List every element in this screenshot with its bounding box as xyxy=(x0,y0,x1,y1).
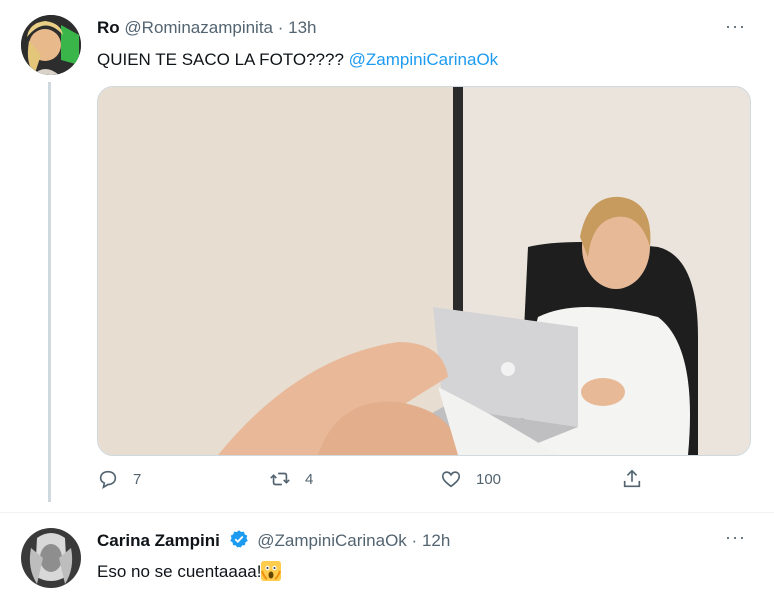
heart-icon xyxy=(441,471,461,488)
tweet-text: Eso no se cuentaaaa! xyxy=(97,561,282,582)
avatar-ro[interactable] xyxy=(21,15,81,75)
retweet-count: 4 xyxy=(305,470,314,488)
reply-button[interactable]: 7 xyxy=(97,468,141,490)
reply-count: 7 xyxy=(133,470,142,488)
handle[interactable]: @Rominazampinita xyxy=(124,18,273,37)
like-count: 100 xyxy=(476,470,502,488)
screaming-face-emoji-icon xyxy=(261,561,282,581)
mention-link[interactable]: @ZampiniCarinaOk xyxy=(349,50,499,69)
verified-badge-icon xyxy=(229,530,248,548)
reply-icon xyxy=(99,470,117,489)
more-options-button[interactable]: ··· xyxy=(725,16,746,37)
share-icon xyxy=(623,469,641,488)
thread-line xyxy=(48,82,51,502)
tweet-body: QUIEN TE SACO LA FOTO???? xyxy=(97,50,344,69)
display-name[interactable]: Ro xyxy=(97,18,120,37)
tweet-carina[interactable]: Carina Zampini @ZampiniCarinaOk · 12h ··… xyxy=(0,513,774,593)
tweet-ro[interactable]: Ro @Rominazampinita · 13h ··· QUIEN TE S… xyxy=(0,0,774,512)
handle[interactable]: @ZampiniCarinaOk xyxy=(257,531,407,550)
timestamp[interactable]: 12h xyxy=(422,531,450,550)
tweet-photo[interactable] xyxy=(97,86,751,456)
share-button[interactable] xyxy=(621,468,657,490)
retweet-icon xyxy=(270,472,290,486)
display-name[interactable]: Carina Zampini xyxy=(97,531,220,550)
separator: · xyxy=(277,18,284,37)
tweet-actions: 7 4 100 xyxy=(97,468,657,498)
tweet-body: Eso no se cuentaaaa! xyxy=(97,562,262,581)
retweet-button[interactable]: 4 xyxy=(269,468,313,490)
more-options-button[interactable]: ··· xyxy=(725,527,746,548)
timestamp[interactable]: 13h xyxy=(288,18,316,37)
tweet-header: Carina Zampini @ZampiniCarinaOk · 12h xyxy=(97,529,450,551)
tweet-header: Ro @Rominazampinita · 13h xyxy=(97,18,317,38)
avatar-carina[interactable] xyxy=(21,528,81,588)
tweet-text: QUIEN TE SACO LA FOTO???? @ZampiniCarina… xyxy=(97,50,498,70)
like-button[interactable]: 100 xyxy=(440,468,501,490)
separator: · xyxy=(411,531,418,550)
